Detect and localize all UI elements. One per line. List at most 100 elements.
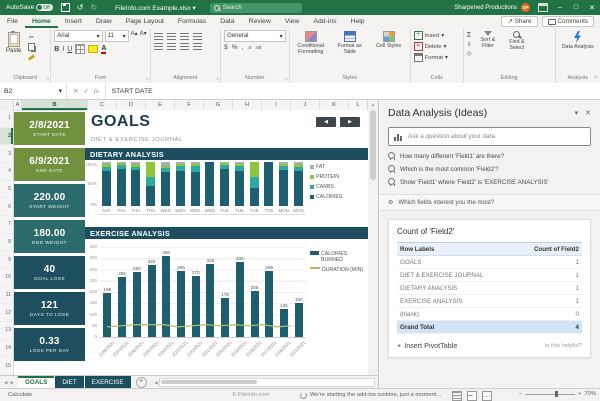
align-right-icon[interactable] xyxy=(179,43,189,50)
stat-cell-start-date[interactable]: 2/8/2021 START DATE xyxy=(14,112,85,145)
menu-tab-add-ins[interactable]: Add-ins xyxy=(306,15,343,28)
stat-cell-end-date[interactable]: 6/9/2021 END DATE xyxy=(14,148,85,181)
suggested-question-2[interactable]: Which is the most common 'Field2'? xyxy=(388,165,591,173)
cell-styles-button[interactable]: Cell Styles xyxy=(371,30,407,49)
row-header-11[interactable]: 11 xyxy=(0,287,13,305)
column-header-A[interactable]: A xyxy=(14,100,22,110)
menu-tab-data[interactable]: Data xyxy=(213,15,241,28)
zoom-out-icon[interactable]: – xyxy=(519,391,522,397)
document-title[interactable]: FileInfo.com Example.xlsx ▾ xyxy=(115,4,196,12)
prev-button[interactable]: ◀ xyxy=(316,117,336,127)
underline-icon[interactable]: U xyxy=(67,46,72,53)
percent-style-icon[interactable]: % xyxy=(232,44,238,51)
row-header-14[interactable]: 14 xyxy=(0,340,13,358)
suggested-question-1[interactable]: How many different 'Field1' are there? xyxy=(388,152,591,160)
insert-pivottable-button[interactable]: + Insert PivotTable xyxy=(397,341,457,350)
save-icon[interactable] xyxy=(60,3,70,12)
format-painter-icon[interactable] xyxy=(27,53,36,61)
row-header-3[interactable]: 3 xyxy=(0,145,13,164)
format-cells-button[interactable]: Format ▾ xyxy=(413,52,448,63)
new-sheet-button[interactable]: + xyxy=(135,377,147,388)
next-button[interactable]: ▶ xyxy=(340,117,360,127)
zoom-slider[interactable] xyxy=(525,391,575,397)
sheet-nav-right-icon[interactable]: ▶ xyxy=(10,380,13,386)
conditional-formatting-button[interactable]: Conditional Formatting xyxy=(293,30,329,55)
horizontal-scroll-thumb[interactable] xyxy=(160,380,258,384)
number-dialog-launcher-icon[interactable]: ↘ xyxy=(284,76,287,81)
menu-tab-file[interactable]: File xyxy=(0,15,25,28)
is-this-helpful-link[interactable]: Is this helpful? xyxy=(545,343,582,349)
share-button[interactable]: ↗ Share xyxy=(501,16,538,27)
menu-tab-home[interactable]: Home xyxy=(25,15,58,28)
column-header-E[interactable]: E xyxy=(146,100,175,110)
sort-filter-button[interactable]: Sort & Filter xyxy=(475,30,501,49)
clear-icon[interactable]: ◇ xyxy=(467,50,472,57)
font-dialog-launcher-icon[interactable]: ↘ xyxy=(145,76,148,81)
font-color-icon[interactable]: A xyxy=(101,45,107,54)
accounting-format-icon[interactable]: $ xyxy=(224,44,228,51)
increase-decimal-icon[interactable]: .0 xyxy=(247,45,251,50)
row-header-1[interactable]: 1 xyxy=(0,110,13,128)
row-header-10[interactable]: 10 xyxy=(0,269,13,287)
row-header-2[interactable]: 2 xyxy=(0,127,13,146)
format-as-table-button[interactable]: Format as Table xyxy=(332,30,368,55)
merge-center-icon[interactable] xyxy=(192,43,202,50)
cut-icon[interactable]: ✂ xyxy=(27,33,35,41)
minimize-button[interactable]: – xyxy=(552,0,568,15)
menu-tab-page-layout[interactable]: Page Layout xyxy=(119,15,171,28)
sheet-nav-left-icon[interactable]: ◀ xyxy=(4,380,7,386)
align-middle-icon[interactable] xyxy=(166,33,176,40)
column-header-G[interactable]: G xyxy=(204,100,233,110)
comma-style-icon[interactable]: , xyxy=(242,44,244,51)
fields-interest-button[interactable]: ⚙ Which fields interest you the most? xyxy=(379,194,600,211)
increase-font-icon[interactable]: A▴ xyxy=(131,30,138,42)
autosum-icon[interactable]: Σ xyxy=(467,32,472,39)
zoom-level[interactable]: 70% xyxy=(584,391,596,397)
select-all-corner[interactable] xyxy=(0,100,14,110)
column-header-K[interactable]: K xyxy=(320,100,349,110)
stat-cell-days-to-lose[interactable]: 121 DAYS TO LOSE xyxy=(14,292,85,325)
formula-input[interactable]: START DATE xyxy=(106,88,153,95)
stat-cell-goal-loss[interactable]: 40 GOAL LOSS xyxy=(14,256,85,289)
fill-color-icon[interactable] xyxy=(88,45,99,53)
row-header-4[interactable]: 4 xyxy=(0,163,13,181)
scroll-left-icon[interactable]: ◀ xyxy=(155,380,158,385)
enter-icon[interactable]: ✓ xyxy=(83,87,88,95)
row-header-12[interactable]: 12 xyxy=(0,304,13,323)
font-name-select[interactable]: Arial ▾ xyxy=(54,30,103,42)
name-box[interactable]: B2 ▾ xyxy=(0,83,67,99)
row-header-13[interactable]: 13 xyxy=(0,322,13,340)
column-header-D[interactable]: D xyxy=(117,100,146,110)
decrease-decimal-icon[interactable]: .00 xyxy=(255,45,261,50)
font-size-select[interactable]: 11 ▾ xyxy=(104,30,129,42)
menu-tab-help[interactable]: Help xyxy=(344,15,372,28)
search-box[interactable]: Search xyxy=(209,2,302,13)
row-header-8[interactable]: 8 xyxy=(0,234,13,252)
account-name[interactable]: Sharpened Productions xyxy=(454,5,517,11)
suggested-question-3[interactable]: Show 'Field1' where 'Field2' is 'EXERCIS… xyxy=(388,178,591,186)
vertical-scrollbar[interactable]: ▲ xyxy=(367,100,378,375)
row-header-5[interactable]: 5 xyxy=(0,181,13,199)
pane-close-icon[interactable]: ✕ xyxy=(585,109,591,117)
avatar[interactable]: SP xyxy=(521,3,530,12)
number-format-select[interactable]: General ▾ xyxy=(224,30,286,42)
comments-button[interactable]: Comments xyxy=(541,16,594,27)
cancel-icon[interactable]: ✕ xyxy=(73,87,78,95)
maximize-button[interactable]: □ xyxy=(568,0,584,15)
column-header-B[interactable]: B xyxy=(22,100,88,110)
column-header-L[interactable]: L xyxy=(349,100,368,110)
delete-cells-button[interactable]: ✕ Delete ▾ xyxy=(413,41,446,52)
ribbon-display-options-icon[interactable] xyxy=(538,3,548,12)
align-bottom-icon[interactable] xyxy=(179,33,189,40)
autosave-toggle[interactable]: AutoSave Off xyxy=(6,4,53,11)
insert-function-icon[interactable]: fx xyxy=(94,88,99,95)
ask-question-input[interactable] xyxy=(406,132,585,141)
scroll-up-icon[interactable]: ▲ xyxy=(368,100,378,109)
decrease-font-icon[interactable]: A▾ xyxy=(140,30,147,42)
clipboard-dialog-launcher-icon[interactable]: ↘ xyxy=(46,76,49,81)
menu-tab-view[interactable]: View xyxy=(278,15,307,28)
menu-tab-draw[interactable]: Draw xyxy=(89,15,119,28)
stat-cell-end-weight[interactable]: 180.00 END WEIGHT xyxy=(14,220,85,253)
undo-icon[interactable]: ↺ xyxy=(77,3,84,12)
row-header-6[interactable]: 6 xyxy=(0,198,13,217)
